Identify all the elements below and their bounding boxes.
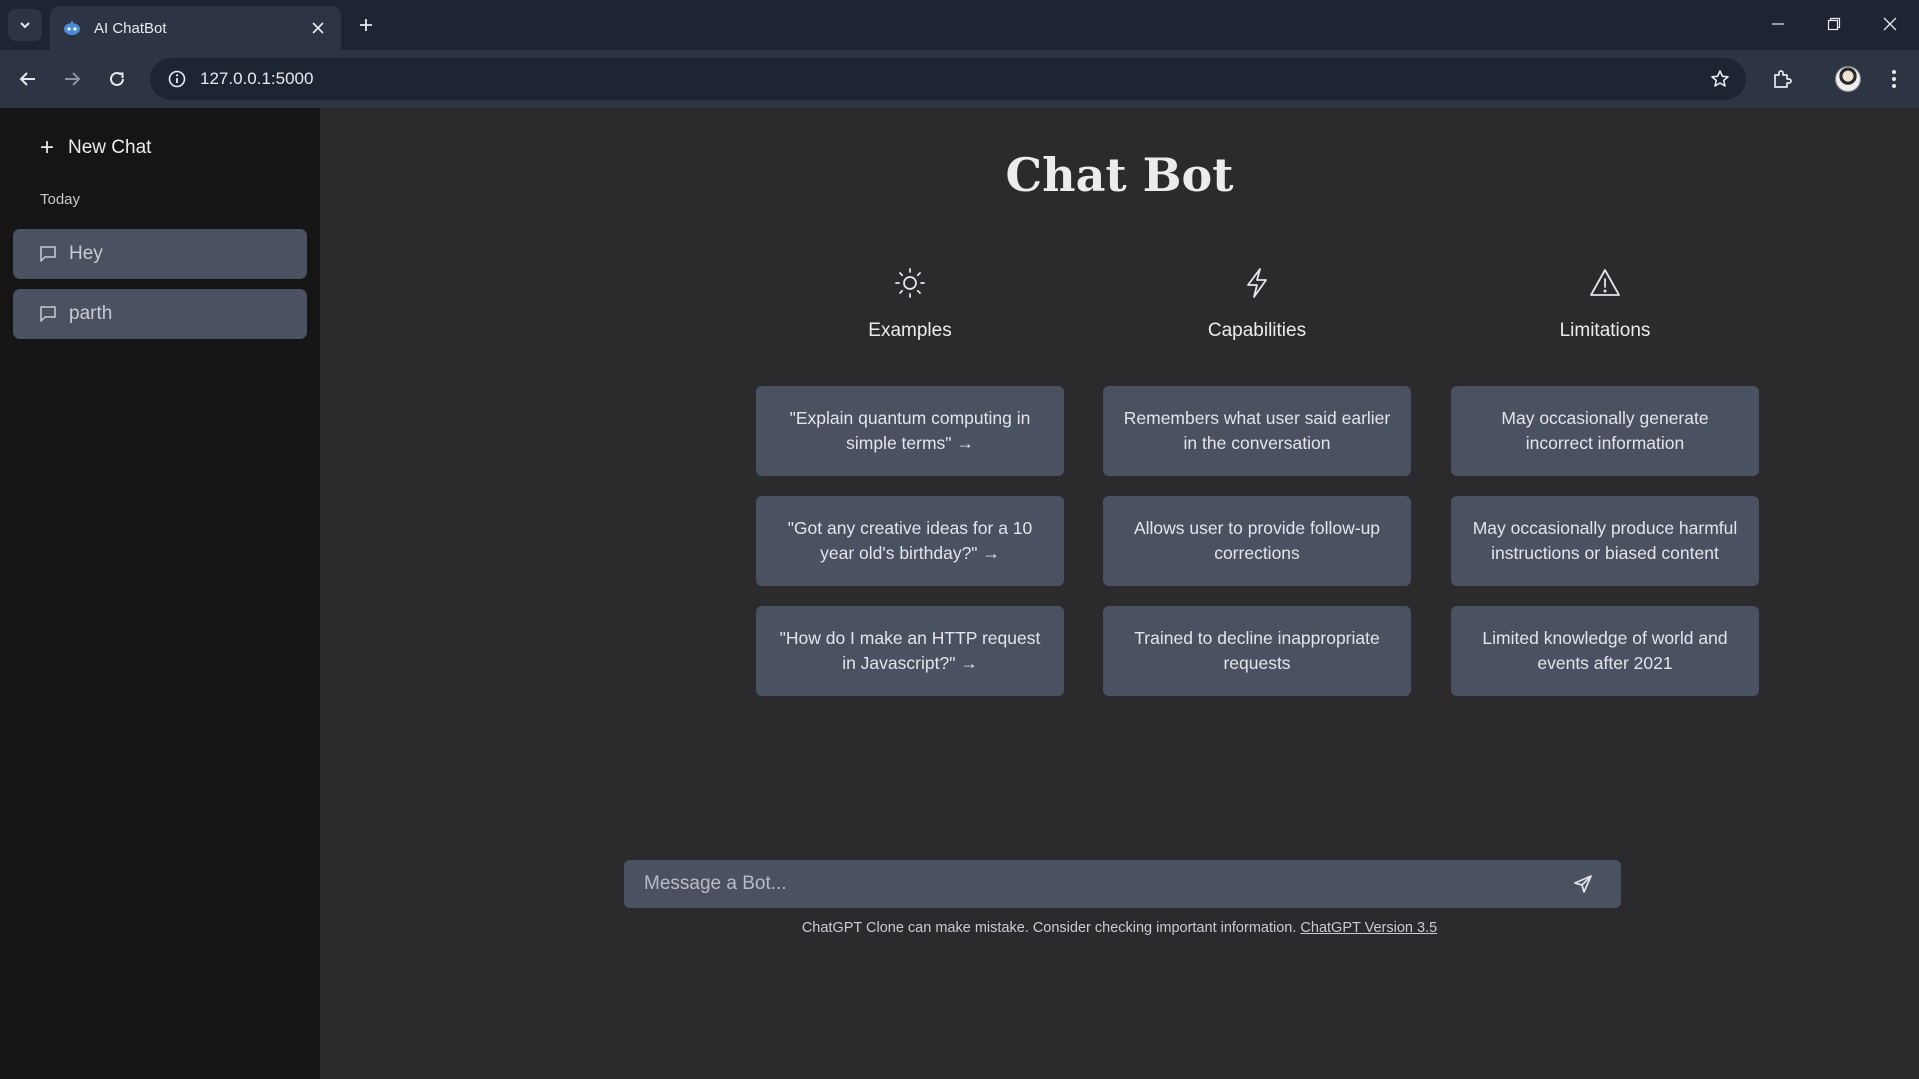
column-title-examples: Examples <box>868 320 952 341</box>
history-section-label: Today <box>40 191 81 208</box>
chevron-down-icon <box>20 22 30 29</box>
browser-tab-active[interactable]: AI ChatBot <box>50 6 341 50</box>
send-button[interactable] <box>1561 864 1605 904</box>
minimize-icon <box>1772 23 1784 25</box>
examples-column: Examples "Explain quantum computing in s… <box>756 266 1064 696</box>
reload-icon <box>110 71 124 86</box>
bookmark-star-icon[interactable] <box>1702 61 1738 97</box>
arrow-right-icon <box>65 72 81 86</box>
new-chat-label: New Chat <box>68 137 152 158</box>
limitation-card: May occasionally generate incorrect info… <box>1451 386 1759 476</box>
message-composer <box>624 860 1621 908</box>
reload-button[interactable] <box>101 63 133 95</box>
example-card[interactable]: "Got any creative ideas for a 10 year ol… <box>756 496 1064 586</box>
example-card[interactable]: "Explain quantum computing in simple ter… <box>756 386 1064 476</box>
address-bar[interactable]: 127.0.0.1:5000 <box>150 58 1746 100</box>
browser-toolbar: 127.0.0.1:5000 <box>0 50 1919 108</box>
chat-bubble-icon <box>39 304 59 324</box>
page-title: Chat Bot <box>1005 148 1234 202</box>
close-window-button[interactable] <box>1868 8 1912 40</box>
chat-main: Chat Bot Examples "Explain quantum compu… <box>320 108 1919 1079</box>
forward-button[interactable] <box>56 63 88 95</box>
history-item-parth[interactable]: parth <box>13 289 307 339</box>
site-info-icon[interactable] <box>164 66 190 92</box>
capabilities-column: Capabilities Remembers what user said ea… <box>1103 266 1411 696</box>
more-vertical-icon <box>1892 70 1896 88</box>
lightning-icon <box>1240 266 1274 300</box>
browser-menu-button[interactable] <box>1878 63 1910 95</box>
plus-icon: + <box>40 134 55 161</box>
message-input[interactable] <box>624 860 1561 908</box>
new-tab-button[interactable] <box>352 11 380 39</box>
minimize-window-button[interactable] <box>1756 8 1800 40</box>
disclaimer-text: ChatGPT Clone can make mistake. Consider… <box>801 920 1297 936</box>
restore-window-button[interactable] <box>1812 8 1856 40</box>
send-icon <box>1574 875 1592 893</box>
limitation-card: May occasionally produce harmful instruc… <box>1451 496 1759 586</box>
capability-card: Remembers what user said earlier in the … <box>1103 386 1411 476</box>
sun-icon <box>893 266 927 300</box>
arrow-left-icon <box>19 72 35 86</box>
tab-title: AI ChatBot <box>94 19 167 37</box>
plus-icon <box>360 19 372 31</box>
back-button[interactable] <box>12 63 44 95</box>
new-chat-button[interactable]: + New Chat <box>26 126 165 170</box>
close-tab-icon[interactable] <box>307 17 329 39</box>
column-title-capabilities: Capabilities <box>1207 320 1307 341</box>
capability-card: Trained to decline inappropriate request… <box>1103 606 1411 696</box>
profile-button[interactable] <box>1832 63 1864 95</box>
version-link[interactable]: ChatGPT Version 3.5 <box>1300 920 1437 936</box>
capability-card: Allows user to provide follow-up correct… <box>1103 496 1411 586</box>
restore-icon <box>1827 17 1841 31</box>
browser-tabstrip: AI ChatBot <box>0 0 1919 50</box>
avatar <box>1835 66 1861 92</box>
disclaimer: ChatGPT Clone can make mistake. Consider… <box>320 920 1919 936</box>
limitations-column: Limitations May occasionally generate in… <box>1451 266 1759 696</box>
chat-bubble-icon <box>39 244 59 264</box>
column-title-limitations: Limitations <box>1559 320 1651 341</box>
puzzle-icon <box>1774 70 1792 88</box>
history-item-label: parth <box>69 303 113 324</box>
address-url: 127.0.0.1:5000 <box>200 69 314 88</box>
chatbot-favicon-icon <box>62 18 82 38</box>
history-item-label: Hey <box>69 243 103 264</box>
tab-search-button[interactable] <box>8 9 42 41</box>
warning-icon <box>1588 266 1622 300</box>
history-item-hey[interactable]: Hey <box>13 229 307 279</box>
close-icon <box>1883 17 1897 31</box>
sidebar: + New Chat Today Hey parth <box>0 108 320 1079</box>
limitation-card: Limited knowledge of world and events af… <box>1451 606 1759 696</box>
extensions-button[interactable] <box>1766 63 1798 95</box>
example-card[interactable]: "How do I make an HTTP request in Javasc… <box>756 606 1064 696</box>
